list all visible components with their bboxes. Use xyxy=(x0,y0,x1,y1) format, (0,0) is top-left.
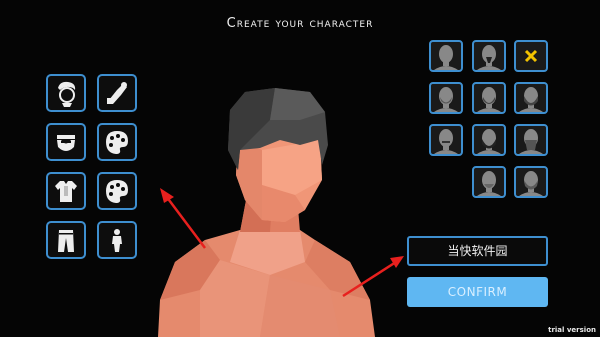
thick-beard-head-icon xyxy=(477,129,501,154)
beard-option-thick-beard[interactable] xyxy=(472,124,506,156)
chin-beard-head-icon xyxy=(477,171,501,196)
beard-option-goatee[interactable] xyxy=(472,40,506,72)
shirt-category-button[interactable] xyxy=(46,172,86,210)
goatee-head-icon xyxy=(477,45,501,70)
body-icon xyxy=(112,229,122,252)
trial-watermark: trial version xyxy=(548,326,596,334)
shirt-color-button[interactable] xyxy=(97,172,137,210)
arm-category-button[interactable] xyxy=(97,74,137,112)
big-beard-head-icon xyxy=(519,171,543,196)
beard-option-none[interactable] xyxy=(514,40,548,72)
beard-icon xyxy=(57,135,75,151)
beard-color-button[interactable] xyxy=(97,123,137,161)
bald-head-icon xyxy=(434,45,458,70)
beard-option-chin-beard[interactable] xyxy=(472,166,506,198)
shirt-icon xyxy=(55,181,77,202)
beard-option-long-beard[interactable] xyxy=(514,124,548,156)
pants-icon xyxy=(58,230,74,252)
body-category-button[interactable] xyxy=(97,221,137,259)
head-icon xyxy=(58,81,76,107)
moustache-head-icon xyxy=(434,129,458,154)
beard-option-bald[interactable] xyxy=(429,40,463,72)
beard-option-full-beard[interactable] xyxy=(514,82,548,114)
pants-category-button[interactable] xyxy=(46,221,86,259)
palette-icon xyxy=(106,180,128,203)
beard-option-short-beard[interactable] xyxy=(472,82,506,114)
arm-icon xyxy=(107,82,127,104)
confirm-button[interactable]: CONFIRM xyxy=(407,277,548,307)
character-model xyxy=(158,88,375,337)
beard-option-moustache[interactable] xyxy=(429,124,463,156)
short-beard-head-icon xyxy=(477,87,501,112)
character-name-button[interactable]: 当快软件园 xyxy=(407,236,548,266)
full-beard-head-icon xyxy=(519,87,543,112)
head-category-button[interactable] xyxy=(46,74,86,112)
palette-icon xyxy=(106,131,128,154)
remove-x-icon xyxy=(524,49,538,63)
long-beard-head-icon xyxy=(519,129,543,154)
stubble-head-icon xyxy=(434,87,458,112)
screen-title: Create your character xyxy=(226,16,374,31)
beard-option-stubble[interactable] xyxy=(429,82,463,114)
beard-option-big-beard[interactable] xyxy=(514,166,548,198)
beard-category-button[interactable] xyxy=(46,123,86,161)
annotation-arrow-left xyxy=(160,188,206,249)
